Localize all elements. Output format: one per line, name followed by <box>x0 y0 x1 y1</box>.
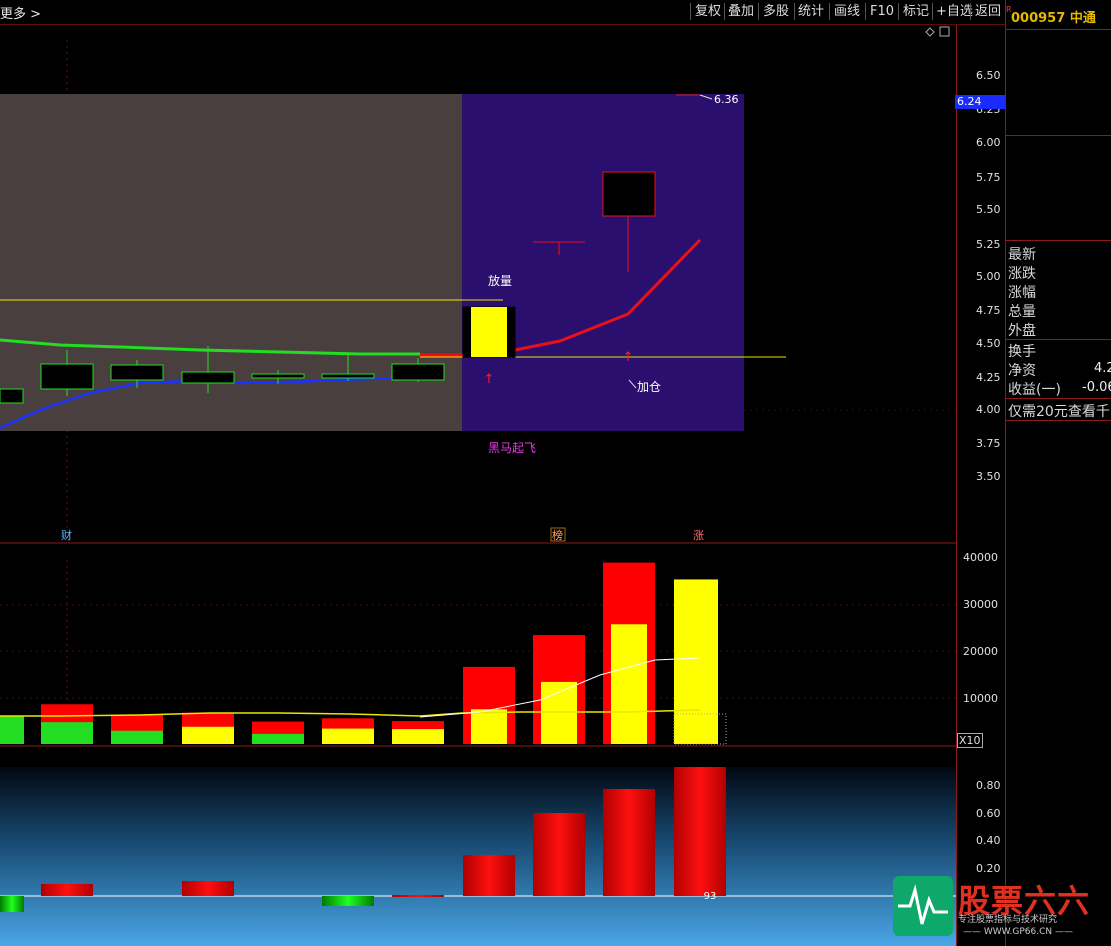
info-panel <box>1005 0 1111 946</box>
finance-event-tag: 财 <box>61 528 72 542</box>
indicator-bar <box>674 767 726 896</box>
indicator-value: 93 <box>704 891 717 902</box>
volume-spike-label: 放量 <box>488 273 512 288</box>
price-tick: 4.00 <box>976 403 1001 416</box>
indicator-bar <box>182 881 234 896</box>
volume-tick: 20000 <box>963 645 998 658</box>
volume-bar-segment <box>322 728 374 744</box>
price-tick: 5.25 <box>976 238 1001 251</box>
candle <box>181 371 235 384</box>
candle <box>321 373 375 379</box>
eps-label: 收益(一) <box>1008 382 1061 398</box>
candle <box>391 363 445 381</box>
volume-bar-segment <box>471 709 507 744</box>
promo-link[interactable]: 仅需20元查看千 <box>1008 401 1110 421</box>
candle <box>602 171 656 217</box>
volume-bar <box>674 579 718 744</box>
candle-body-yellow <box>471 307 507 357</box>
price-tick: 5.50 <box>976 203 1001 216</box>
indicator-bar <box>392 895 444 897</box>
volume-bar-segment <box>41 722 93 744</box>
watermark-slogan: 专注股票指标与技术研究 <box>958 915 1058 925</box>
price-tick: 6.50 <box>976 69 1001 82</box>
outer-volume-label: 外盘 <box>1008 323 1036 339</box>
breakout-zone <box>462 94 744 431</box>
eps-value: -0.06 <box>1082 380 1111 395</box>
volume-bar-segment <box>541 681 577 744</box>
change-label: 涨跌 <box>1008 266 1036 282</box>
price-tick: 3.50 <box>976 470 1001 483</box>
price-tick: 4.25 <box>976 371 1001 384</box>
dark-horse-label: 黑马起飞 <box>488 441 536 455</box>
axis-separator <box>956 25 957 946</box>
price-tick: 3.75 <box>976 437 1001 450</box>
volume-bar <box>0 715 24 744</box>
ranking-event-tag: 榜 <box>552 528 563 542</box>
indicator-tick: 0.60 <box>976 807 1001 820</box>
price-tick: 6.00 <box>976 136 1001 149</box>
info-divider <box>1005 29 1111 30</box>
chart-canvas: ↑ ↑ 93 6.36 放量 加仓 黑马起飞 财 榜 涨 <box>0 25 956 946</box>
candle <box>0 388 24 404</box>
volume-bar-segment <box>392 729 444 744</box>
volume-bar-segment <box>611 624 647 744</box>
candle <box>110 364 164 381</box>
indicator-bar <box>463 855 515 896</box>
indicator-bar <box>41 884 93 896</box>
indicator-tick: 0.80 <box>976 779 1001 792</box>
indicator-tick: 0.40 <box>976 834 1001 847</box>
volume-unit-label[interactable]: X10 <box>957 733 983 748</box>
high-price-label: 6.36 <box>714 93 739 106</box>
stock-name: 中通 <box>1069 11 1096 26</box>
up-arrow-icon: ↑ <box>484 372 495 387</box>
limit-up-event-tag: 涨 <box>693 529 704 542</box>
candle <box>251 373 305 379</box>
info-divider <box>1005 135 1111 136</box>
volume-tick: 40000 <box>963 551 998 564</box>
turnover-label: 换手 <box>1008 344 1036 360</box>
indicator-bar <box>533 813 585 896</box>
latest-price-label: 最新 <box>1008 247 1036 263</box>
volume-tick: 30000 <box>963 598 998 611</box>
stock-title[interactable]: 000957 中通 <box>1011 7 1096 26</box>
volume-bar-segment <box>252 733 304 744</box>
price-tick: 5.75 <box>976 171 1001 184</box>
panel-border <box>1005 0 1006 946</box>
volume-bars <box>0 562 718 744</box>
indicator-bar <box>603 789 655 896</box>
watermark-url: —— WWW.GP66.CN —— <box>963 927 1073 937</box>
stock-code: 000957 <box>1011 11 1066 26</box>
net-assets-value: 4.2 <box>1094 361 1111 376</box>
indicator-bar <box>322 896 374 906</box>
total-volume-label: 总量 <box>1008 304 1036 320</box>
change-pct-label: 涨幅 <box>1008 285 1036 301</box>
price-tick: 4.50 <box>976 337 1001 350</box>
current-price-tag: 6.24 <box>955 95 1005 109</box>
indicator-tick: 0.20 <box>976 862 1001 875</box>
candle <box>40 363 94 390</box>
price-tick: 4.75 <box>976 304 1001 317</box>
price-tick: 5.00 <box>976 270 1001 283</box>
up-arrow-icon: ↑ <box>623 350 634 365</box>
info-divider <box>1005 240 1111 241</box>
volume-bar-segment <box>111 730 163 744</box>
indicator-bar <box>0 896 24 912</box>
add-position-label: 加仓 <box>637 380 661 394</box>
volume-bar-segment <box>182 726 234 744</box>
volume-tick: 10000 <box>963 692 998 705</box>
volume-ma-yellow <box>0 709 701 717</box>
net-assets-label: 净资 <box>1008 363 1036 379</box>
